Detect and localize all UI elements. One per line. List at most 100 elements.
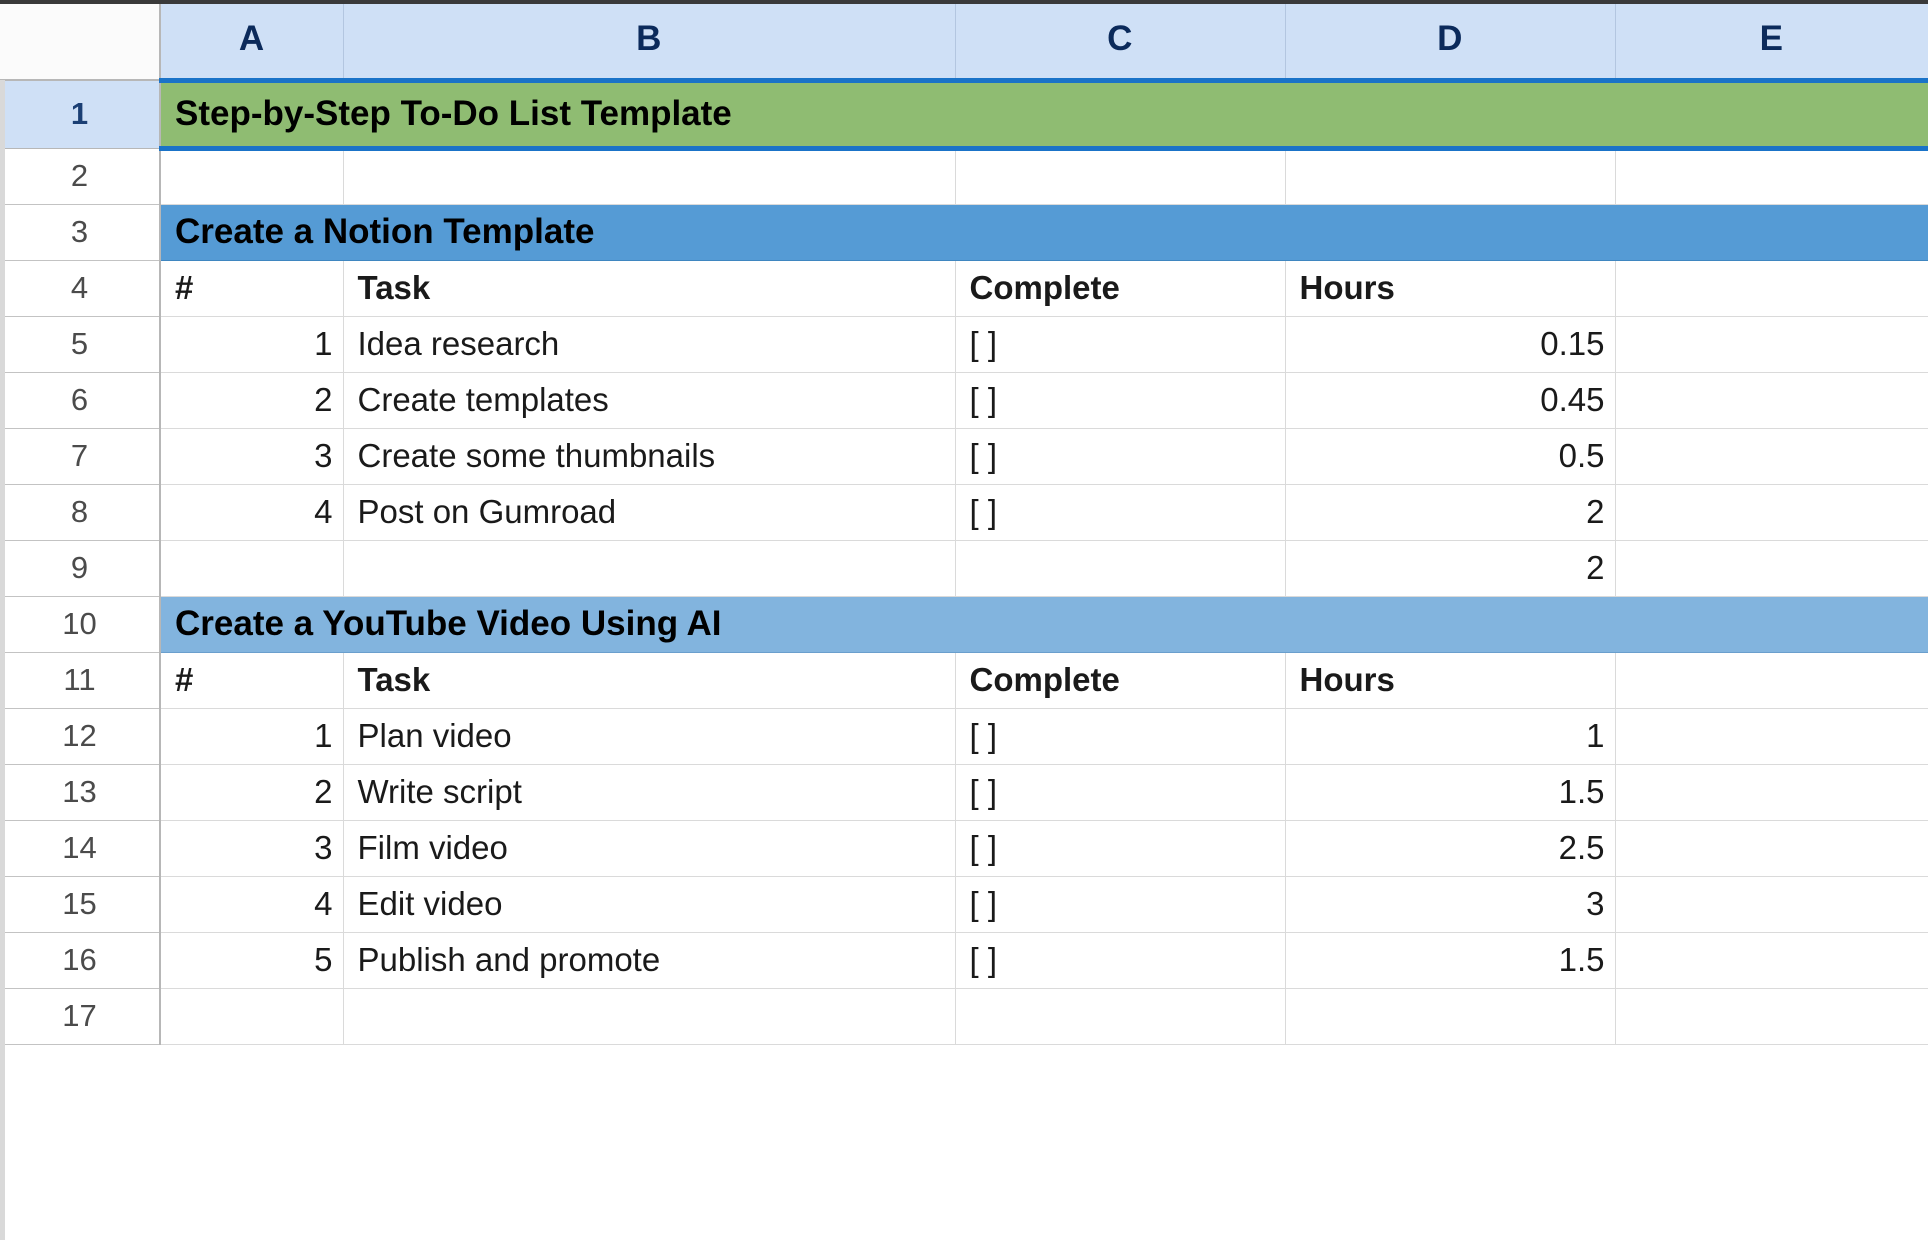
- cell-c8[interactable]: [ ]: [955, 484, 1286, 541]
- cell-e9[interactable]: [1615, 540, 1928, 597]
- cell-b8[interactable]: Post on Gumroad: [343, 484, 956, 541]
- cell-b2[interactable]: [343, 148, 956, 205]
- column-header-b[interactable]: B: [343, 0, 956, 81]
- row-header-8[interactable]: 8: [0, 484, 161, 541]
- row-header-14[interactable]: 14: [0, 820, 161, 877]
- row-header-1[interactable]: 1: [0, 80, 161, 149]
- cell-c14[interactable]: [ ]: [955, 820, 1286, 877]
- cell-e8[interactable]: [1615, 484, 1928, 541]
- cell-b7[interactable]: Create some thumbnails: [343, 428, 956, 485]
- cell-a4-num-heading[interactable]: #: [160, 260, 344, 317]
- cell-c15[interactable]: [ ]: [955, 876, 1286, 933]
- cell-a16[interactable]: 5: [160, 932, 344, 989]
- cell-b6[interactable]: Create templates: [343, 372, 956, 429]
- cell-e12[interactable]: [1615, 708, 1928, 765]
- row-header-9[interactable]: 9: [0, 540, 161, 597]
- cell-a14[interactable]: 3: [160, 820, 344, 877]
- cell-c4-complete-heading[interactable]: Complete: [955, 260, 1286, 317]
- cell-b14[interactable]: Film video: [343, 820, 956, 877]
- cell-a12[interactable]: 1: [160, 708, 344, 765]
- cell-c7[interactable]: [ ]: [955, 428, 1286, 485]
- row-header-4[interactable]: 4: [0, 260, 161, 317]
- cell-c16[interactable]: [ ]: [955, 932, 1286, 989]
- row-header-11[interactable]: 11: [0, 652, 161, 709]
- row-header-12[interactable]: 12: [0, 708, 161, 765]
- column-header-e[interactable]: E: [1615, 0, 1928, 81]
- cell-b16[interactable]: Publish and promote: [343, 932, 956, 989]
- cell-d17[interactable]: [1285, 988, 1616, 1045]
- row-header-17[interactable]: 17: [0, 988, 161, 1045]
- table-row: 3 Create a Notion Template: [0, 204, 1928, 261]
- cell-b4-task-heading[interactable]: Task: [343, 260, 956, 317]
- cell-d9-hours-total[interactable]: 2: [1285, 540, 1616, 597]
- cell-d4-hours-heading[interactable]: Hours: [1285, 260, 1616, 317]
- cell-d8[interactable]: 2: [1285, 484, 1616, 541]
- cell-e6[interactable]: [1615, 372, 1928, 429]
- cell-b13[interactable]: Write script: [343, 764, 956, 821]
- cell-c12[interactable]: [ ]: [955, 708, 1286, 765]
- cell-c17[interactable]: [955, 988, 1286, 1045]
- column-header-d[interactable]: D: [1285, 0, 1616, 81]
- cell-a7[interactable]: 3: [160, 428, 344, 485]
- cell-c6[interactable]: [ ]: [955, 372, 1286, 429]
- cell-a6[interactable]: 2: [160, 372, 344, 429]
- cell-e2[interactable]: [1615, 148, 1928, 205]
- column-header-a[interactable]: A: [160, 0, 344, 81]
- title-banner-cell[interactable]: Step-by-Step To-Do List Template: [160, 77, 1928, 151]
- cell-b5[interactable]: Idea research: [343, 316, 956, 373]
- cell-d6[interactable]: 0.45: [1285, 372, 1616, 429]
- cell-d12[interactable]: 1: [1285, 708, 1616, 765]
- cell-c11-complete-heading[interactable]: Complete: [955, 652, 1286, 709]
- row-header-10[interactable]: 10: [0, 596, 161, 653]
- cell-d7[interactable]: 0.5: [1285, 428, 1616, 485]
- cell-a11-num-heading[interactable]: #: [160, 652, 344, 709]
- row-header-13[interactable]: 13: [0, 764, 161, 821]
- cell-d15[interactable]: 3: [1285, 876, 1616, 933]
- row-header-3[interactable]: 3: [0, 204, 161, 261]
- cell-a2[interactable]: [160, 148, 344, 205]
- row-header-16[interactable]: 16: [0, 932, 161, 989]
- cell-e16[interactable]: [1615, 932, 1928, 989]
- cell-a17[interactable]: [160, 988, 344, 1045]
- cell-a13[interactable]: 2: [160, 764, 344, 821]
- cell-a8[interactable]: 4: [160, 484, 344, 541]
- column-header-c[interactable]: C: [955, 0, 1286, 81]
- cell-c13[interactable]: [ ]: [955, 764, 1286, 821]
- row-header-15[interactable]: 15: [0, 876, 161, 933]
- cell-d13[interactable]: 1.5: [1285, 764, 1616, 821]
- cell-d11-hours-heading[interactable]: Hours: [1285, 652, 1616, 709]
- cell-c2[interactable]: [955, 148, 1286, 205]
- cell-a15[interactable]: 4: [160, 876, 344, 933]
- cell-e14[interactable]: [1615, 820, 1928, 877]
- cell-e13[interactable]: [1615, 764, 1928, 821]
- cell-a9[interactable]: [160, 540, 344, 597]
- cell-d5[interactable]: 0.15: [1285, 316, 1616, 373]
- cell-e17[interactable]: [1615, 988, 1928, 1045]
- cell-c9[interactable]: [955, 540, 1286, 597]
- select-all-corner[interactable]: [0, 0, 161, 81]
- cell-d16[interactable]: 1.5: [1285, 932, 1616, 989]
- cell-b12[interactable]: Plan video: [343, 708, 956, 765]
- row-header-6[interactable]: 6: [0, 372, 161, 429]
- section-1-banner-cell[interactable]: Create a Notion Template: [160, 204, 1928, 261]
- table-row: 10 Create a YouTube Video Using AI: [0, 596, 1928, 653]
- cell-d14[interactable]: 2.5: [1285, 820, 1616, 877]
- cell-e15[interactable]: [1615, 876, 1928, 933]
- cell-b15[interactable]: Edit video: [343, 876, 956, 933]
- cell-e5[interactable]: [1615, 316, 1928, 373]
- cell-b11-task-heading[interactable]: Task: [343, 652, 956, 709]
- cell-a5[interactable]: 1: [160, 316, 344, 373]
- cell-c5[interactable]: [ ]: [955, 316, 1286, 373]
- cell-e4[interactable]: [1615, 260, 1928, 317]
- cell-b9[interactable]: [343, 540, 956, 597]
- table-row: 16 5 Publish and promote [ ] 1.5: [0, 932, 1928, 989]
- cell-e11[interactable]: [1615, 652, 1928, 709]
- column-header-row: A B C D E: [0, 0, 1928, 81]
- row-header-2[interactable]: 2: [0, 148, 161, 205]
- cell-e7[interactable]: [1615, 428, 1928, 485]
- section-2-banner-cell[interactable]: Create a YouTube Video Using AI: [160, 596, 1928, 653]
- cell-d2[interactable]: [1285, 148, 1616, 205]
- row-header-7[interactable]: 7: [0, 428, 161, 485]
- cell-b17[interactable]: [343, 988, 956, 1045]
- row-header-5[interactable]: 5: [0, 316, 161, 373]
